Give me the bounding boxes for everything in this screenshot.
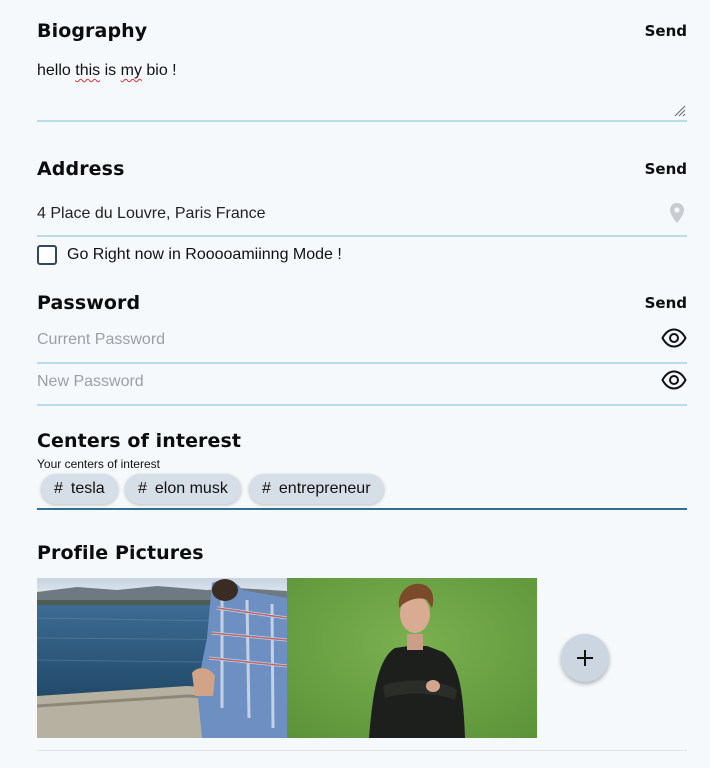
- biography-text: hello this is my bio !: [37, 62, 177, 79]
- biography-section: Biography Send hello this is my bio !: [37, 20, 687, 122]
- spellcheck-word: this: [75, 62, 101, 79]
- password-title: Password: [37, 292, 141, 314]
- address-section: Address Send 4 Place du Louvre, Paris Fr…: [37, 158, 687, 265]
- address-value: 4 Place du Louvre, Paris France: [37, 205, 266, 222]
- biography-textarea[interactable]: hello this is my bio !: [37, 62, 687, 122]
- roaming-row: Go Right now in Rooooamiinng Mode !: [37, 244, 342, 266]
- biography-send-button[interactable]: Send: [645, 22, 687, 40]
- add-picture-button[interactable]: [561, 634, 609, 682]
- pictures-gallery: [37, 578, 687, 738]
- interests-subtitle: Your centers of interest: [37, 457, 160, 471]
- password-send-button[interactable]: Send: [645, 294, 687, 312]
- interest-chip[interactable]: # entrepreneur: [249, 474, 384, 504]
- interests-title: Centers of interest: [37, 430, 242, 452]
- new-password-input[interactable]: New Password: [37, 369, 687, 406]
- interests-section: Centers of interest Your centers of inte…: [37, 430, 687, 510]
- roaming-checkbox[interactable]: [37, 245, 57, 265]
- pictures-title: Profile Pictures: [37, 542, 204, 564]
- interests-chip-input[interactable]: # tesla # elon musk # entrepreneur: [37, 474, 687, 510]
- spellcheck-word: my: [120, 62, 142, 79]
- profile-picture-greenscreen[interactable]: [287, 578, 537, 738]
- current-password-placeholder: Current Password: [37, 331, 166, 348]
- eye-icon[interactable]: [661, 328, 687, 348]
- address-input[interactable]: 4 Place du Louvre, Paris France: [37, 199, 687, 237]
- address-title: Address: [37, 158, 125, 180]
- profile-picture-lake[interactable]: [37, 578, 287, 738]
- roaming-label: Go Right now in Rooooamiinng Mode !: [67, 246, 342, 263]
- biography-title: Biography: [37, 20, 148, 42]
- current-password-input[interactable]: Current Password: [37, 327, 687, 364]
- plus-icon: [577, 650, 593, 666]
- interest-chip[interactable]: # tesla: [41, 474, 118, 504]
- new-password-placeholder: New Password: [37, 373, 144, 390]
- eye-icon[interactable]: [661, 370, 687, 390]
- resize-handle-icon[interactable]: [674, 105, 686, 117]
- password-section: Password Send Current Password New Passw…: [37, 292, 687, 406]
- bottom-divider: [37, 750, 687, 751]
- location-pin-icon: [670, 203, 684, 223]
- address-send-button[interactable]: Send: [645, 160, 687, 178]
- interest-chip[interactable]: # elon musk: [125, 474, 241, 504]
- pictures-section: Profile Pictures: [37, 542, 687, 738]
